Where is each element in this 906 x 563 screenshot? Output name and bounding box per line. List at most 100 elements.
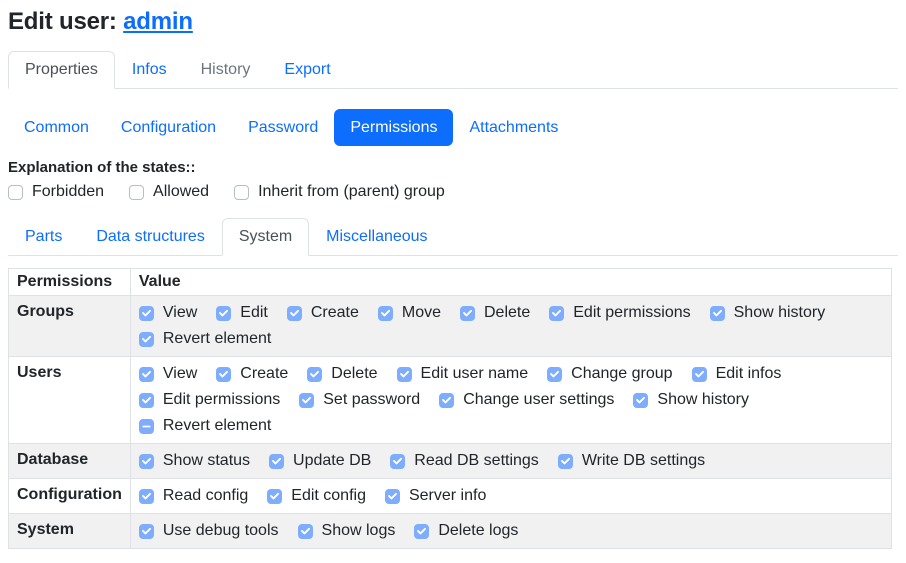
checkbox-checked[interactable] [139,367,154,382]
permission-option-create[interactable]: Create [216,365,288,383]
row-value-cell: Use debug tools Show logs Delete logs [130,514,891,549]
permission-option-show-history[interactable]: Show history [710,304,826,322]
checkbox-label: Move [402,304,441,322]
permission-option-edit[interactable]: Edit [216,304,268,322]
permission-option-revert-element[interactable]: Revert element [139,330,272,348]
checkbox-checked[interactable] [549,306,564,321]
checkbox-unchecked[interactable] [8,185,23,200]
checkbox-line: Use debug tools Show logs Delete logs [139,518,883,544]
subtab-configuration[interactable]: Configuration [105,109,232,146]
permission-option-set-password[interactable]: Set password [299,391,420,409]
checkbox-checked[interactable] [547,367,562,382]
permission-option-edit-permissions[interactable]: Edit permissions [139,391,280,409]
row-value-cell: Read config Edit config Server info [130,479,891,514]
checkbox-checked[interactable] [710,306,725,321]
legend-item-inherit-from-parent-group[interactable]: Inherit from (parent) group [234,183,445,201]
permission-option-view[interactable]: View [139,304,197,322]
permission-option-show-logs[interactable]: Show logs [298,522,396,540]
checkbox-label: Delete logs [438,522,518,540]
checkbox-unchecked[interactable] [129,185,144,200]
column-header-value: Value [130,269,891,296]
permission-tab-bar: PartsData structuresSystemMiscellaneous [8,218,898,256]
checkbox-checked[interactable] [307,367,322,382]
sub-tab-bar: CommonConfigurationPasswordPermissionsAt… [8,109,898,146]
permission-option-change-group[interactable]: Change group [547,365,672,383]
checkbox-checked[interactable] [558,454,573,469]
checkbox-checked[interactable] [692,367,707,382]
checkbox-checked[interactable] [385,489,400,504]
permtab-data-structures[interactable]: Data structures [79,218,221,256]
permtab-parts[interactable]: Parts [8,218,79,256]
checkbox-checked[interactable] [216,367,231,382]
permission-option-change-user-settings[interactable]: Change user settings [439,391,614,409]
checkbox-checked[interactable] [139,306,154,321]
subtab-common[interactable]: Common [8,109,105,146]
checkbox-checked[interactable] [139,489,154,504]
permission-option-show-history[interactable]: Show history [633,391,749,409]
checkbox-checked[interactable] [287,306,302,321]
permission-option-update-db[interactable]: Update DB [269,452,371,470]
permission-option-server-info[interactable]: Server info [385,487,486,505]
checkbox-checked[interactable] [139,454,154,469]
permission-option-read-config[interactable]: Read config [139,487,248,505]
subtab-attachments[interactable]: Attachments [453,109,574,146]
subtab-permissions[interactable]: Permissions [334,109,453,146]
row-value-cell: Show status Update DB Read DB settings Writ… [130,444,891,479]
permission-option-revert-element[interactable]: Revert element [139,417,272,435]
checkbox-checked[interactable] [139,393,154,408]
permission-option-write-db-settings[interactable]: Write DB settings [558,452,705,470]
permission-option-read-db-settings[interactable]: Read DB settings [390,452,539,470]
permission-option-show-status[interactable]: Show status [139,452,250,470]
checkbox-line: Edit permissions Set password Change user … [139,387,883,413]
checkbox-checked[interactable] [139,332,154,347]
permission-option-delete[interactable]: Delete [307,365,377,383]
checkbox-checked[interactable] [298,524,313,539]
checkbox-label: Show logs [322,522,396,540]
checkbox-indeterminate[interactable] [139,419,154,434]
row-value-cell: View Edit Create Move Delete Edit permissions… [130,296,891,357]
tab-infos[interactable]: Infos [115,51,184,89]
legend-item-allowed[interactable]: Allowed [129,183,209,201]
legend-item-forbidden[interactable]: Forbidden [8,183,104,201]
checkbox-label: Edit permissions [163,391,280,409]
permission-option-delete[interactable]: Delete [460,304,530,322]
permission-option-edit-config[interactable]: Edit config [267,487,366,505]
checkbox-checked[interactable] [414,524,429,539]
table-row-system: SystemUse debug toolsShow logsDelete log… [9,514,892,549]
subtab-password[interactable]: Password [232,109,334,146]
checkbox-label: Server info [409,487,486,505]
checkbox-label: Write DB settings [582,452,705,470]
checkbox-checked[interactable] [299,393,314,408]
permission-option-view[interactable]: View [139,365,197,383]
permission-option-edit-user-name[interactable]: Edit user name [397,365,529,383]
tab-properties[interactable]: Properties [8,51,115,89]
permission-option-delete-logs[interactable]: Delete logs [414,522,518,540]
table-row-groups: Groups View Edit Create Move Delete Edit permi… [9,296,892,357]
legend-row: Forbidden Allowed Inherit from (parent) gr… [8,183,898,201]
permission-option-create[interactable]: Create [287,304,359,322]
checkbox-checked[interactable] [267,489,282,504]
checkbox-checked[interactable] [439,393,454,408]
checkbox-line: Show status Update DB Read DB settings Writ… [139,448,883,474]
checkbox-unchecked[interactable] [234,185,249,200]
checkbox-checked[interactable] [269,454,284,469]
checkbox-checked[interactable] [633,393,648,408]
row-name: Groups [9,296,131,357]
checkbox-checked[interactable] [397,367,412,382]
user-link[interactable]: admin [123,8,193,35]
checkbox-checked[interactable] [216,306,231,321]
permission-option-edit-permissions[interactable]: Edit permissions [549,304,690,322]
permtab-miscellaneous[interactable]: Miscellaneous [309,218,444,256]
permission-option-use-debug-tools[interactable]: Use debug tools [139,522,279,540]
tab-export[interactable]: Export [267,51,347,89]
checkbox-checked[interactable] [139,524,154,539]
checkbox-checked[interactable] [378,306,393,321]
checkbox-label: Use debug tools [163,522,279,540]
permtab-system[interactable]: System [222,218,309,256]
checkbox-checked[interactable] [390,454,405,469]
permission-option-edit-infos[interactable]: Edit infos [692,365,782,383]
checkbox-label: Show status [163,452,250,470]
checkbox-label: Read config [163,487,248,505]
permission-option-move[interactable]: Move [378,304,441,322]
checkbox-checked[interactable] [460,306,475,321]
